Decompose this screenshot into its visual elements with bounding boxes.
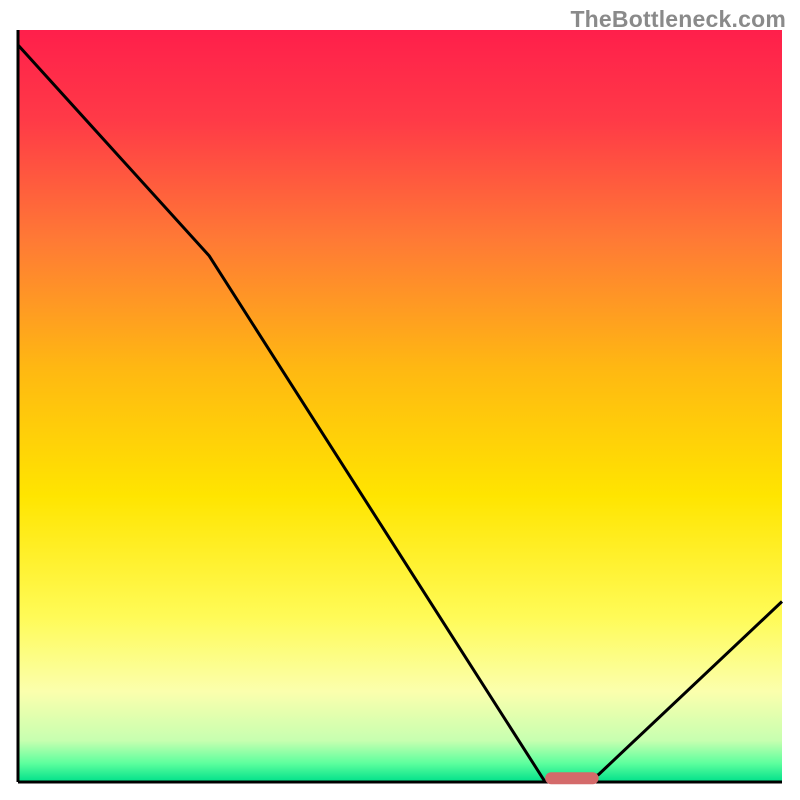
optimal-region-marker <box>545 772 598 784</box>
chart-stage: TheBottleneck.com <box>0 0 800 800</box>
gradient-background <box>18 30 782 782</box>
bottleneck-chart <box>0 0 800 800</box>
